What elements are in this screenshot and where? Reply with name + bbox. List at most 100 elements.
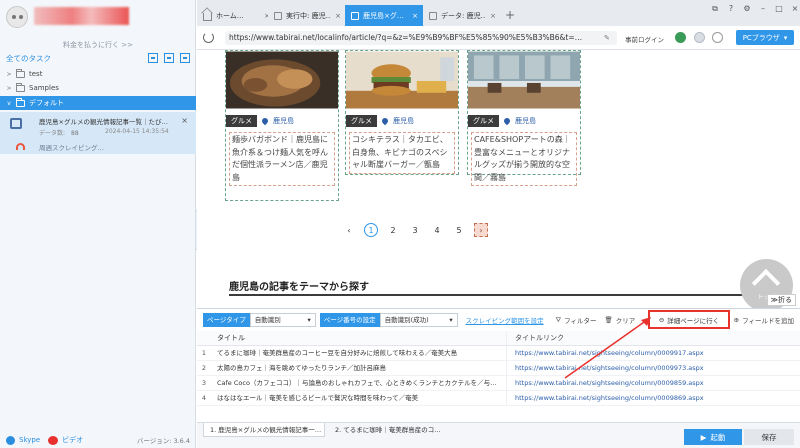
table-row[interactable]: 3 Cafe Coco（カフェココ）｜与論島のおしゃれカフェで、心ときめくランチ… [197, 376, 800, 391]
article-description[interactable]: 麺歩バガボンド｜鹿児島に魚介系＆つけ麺人気を呼んだ個性派ラーメン店／鹿児島 [229, 132, 335, 186]
tab-data[interactable]: データ: 鹿児… × [423, 5, 501, 26]
step-tab-1[interactable]: 1. 鹿児島×グルメの観光情報記事一… [203, 423, 325, 437]
page-number-label: ページ番号の設定 [319, 313, 380, 327]
reload-icon[interactable] [203, 32, 214, 43]
page-icon [429, 11, 437, 20]
page-number-current[interactable]: 1 [364, 223, 378, 237]
column-header-title[interactable]: タイトル [211, 331, 507, 345]
page-icon [351, 11, 359, 20]
url-input[interactable]: https://www.tabirai.net/localinfo/articl… [225, 31, 617, 45]
tab-active-page[interactable]: 鹿児島×グ… × [345, 5, 423, 26]
area-link[interactable]: 鹿児島 [273, 116, 294, 126]
settings-icon[interactable]: ⚙ [742, 4, 752, 14]
go-detail-page-button[interactable]: ⊖ 詳細ページに行く [648, 310, 730, 329]
category-badge[interactable]: グルメ [468, 115, 499, 127]
privacy-icon[interactable] [712, 32, 723, 43]
user-agent-icon[interactable] [694, 32, 705, 43]
chevron-right-icon: > [6, 84, 12, 92]
article-description[interactable]: コシキテラス｜タカエビ、白身魚、キビナゴのスペシャル断崖バーガー／甑島 [349, 132, 455, 174]
table-row[interactable]: 2 太陽の島カフェ｜海を眺めてゆったりランチ／加計呂麻島 https://www… [197, 361, 800, 376]
close-window-icon[interactable]: × [790, 4, 800, 14]
article-card[interactable]: グルメ 鹿児島 CAFE&SHOPアートの森｜豊富なメニューとオリジナルグッズが… [467, 50, 581, 186]
tab-home[interactable]: ホーム… × [197, 5, 275, 26]
article-card[interactable]: グルメ 鹿児島 コシキテラス｜タカエビ、白身魚、キビナゴのスペシャル断崖バーガー… [345, 50, 459, 175]
category-badge[interactable]: グルメ [346, 115, 377, 127]
area-link[interactable]: 鹿児島 [393, 116, 414, 126]
folder-icon [16, 97, 25, 107]
pre-login-button[interactable]: 事前ログイン [625, 34, 664, 44]
start-button[interactable]: ▶ 起動 [684, 429, 742, 445]
skype-icon [6, 435, 15, 445]
page-number[interactable]: 2 [386, 223, 400, 237]
tree-folder-samples[interactable]: > Samples [0, 82, 196, 94]
upgrade-link[interactable]: 料金を払うに行く >> [0, 40, 196, 50]
article-description[interactable]: CAFE&SHOPアートの森｜豊富なメニューとオリジナルグッズが揃う開放的な空間… [471, 132, 577, 186]
folder-icon [16, 68, 25, 78]
add-field-button[interactable]: ⊕ フィールドを追加 [734, 315, 794, 325]
tab-label: 実行中: 鹿児… [286, 11, 330, 20]
filter-button[interactable]: ⛛ フィルター [555, 315, 597, 326]
page-number[interactable]: 3 [408, 223, 422, 237]
task-item[interactable]: 鹿児島×グルメの観光情報記事一覧｜たびら… × データ数: 88 2024-04-… [0, 112, 196, 154]
play-icon: ▶ [700, 432, 707, 442]
close-icon[interactable]: × [335, 12, 341, 20]
clear-button[interactable]: 🗑 クリア [604, 315, 635, 325]
table-row[interactable]: 1 てるまに珈琲｜奄美群島産のコーヒー豆を自分好みに焙煎して味わえる／奄美大島 … [197, 346, 800, 361]
tree-folder-test[interactable]: > test [0, 68, 196, 80]
tree-folder-default[interactable]: v デフォルト [0, 96, 196, 110]
help-icon[interactable]: ? [726, 4, 736, 14]
page-number[interactable]: 5 [452, 223, 466, 237]
fold-button[interactable]: ≫折る [766, 294, 796, 306]
section-divider [229, 294, 767, 296]
close-icon[interactable]: × [490, 12, 496, 20]
blurred-username [34, 7, 129, 25]
table-row[interactable]: 4 はなはなエール｜奄美を感じるビールで贅沢な時間を味わって／奄美 https:… [197, 391, 800, 406]
close-icon[interactable]: × [412, 12, 418, 20]
task-status[interactable]: 周週スクレイピング… [39, 142, 104, 152]
scrape-range-link[interactable]: スクレイピング範囲を設定 [466, 315, 544, 325]
bottom-bar: 1. 鹿児島×グルメの観光情報記事一… 2. てるまに珈琲｜奄美群島産のコ… ▶… [197, 422, 800, 448]
save-button[interactable]: 保存 [744, 429, 794, 445]
next-page-button[interactable]: › [474, 223, 488, 237]
page-number[interactable]: 4 [430, 223, 444, 237]
shield-icon[interactable] [675, 32, 686, 43]
web-page-content: グルメ 鹿児島 麺歩バガボンド｜鹿児島に魚介系＆つけ麺人気を呼んだ個性派ラーメン… [197, 50, 800, 308]
import-icon[interactable] [148, 53, 158, 63]
export-icon[interactable] [164, 53, 174, 63]
video-icon [48, 435, 59, 445]
step-tab-2[interactable]: 2. てるまに珈琲｜奄美群島産のコ… [329, 423, 449, 437]
video-link[interactable]: ビデオ [62, 435, 83, 445]
browser-area: ホーム… × 実行中: 鹿児… × 鹿児島×グ… × データ: 鹿児… × + … [197, 0, 800, 448]
pc-browser-button[interactable]: PCブラウザ ▾ [736, 30, 794, 45]
external-window-icon[interactable]: ⧉ [710, 4, 720, 14]
page-number-select[interactable]: 自動識別(成功) ▾ [379, 313, 458, 327]
article-card[interactable]: グルメ 鹿児島 麺歩バガボンド｜鹿児島に魚介系＆つけ麺人気を呼んだ個性派ラーメン… [225, 50, 339, 201]
data-table: タイトル タイトルリンク 1 てるまに珈琲｜奄美群島産のコーヒー豆を自分好みに焙… [197, 331, 800, 406]
robot-icon [10, 118, 22, 129]
pagination: ‹ 1 2 3 4 5 › [342, 223, 488, 237]
section-title: 鹿児島の記事をテーマから探す [229, 282, 369, 293]
prev-page-icon[interactable]: ‹ [342, 223, 356, 237]
minimize-icon[interactable]: – [758, 4, 768, 14]
page-type-select[interactable]: 自動識別 ▾ [249, 313, 316, 327]
data-count: データ数: 88 [39, 130, 79, 137]
user-avatar[interactable] [6, 6, 28, 28]
new-tab-button[interactable]: + [505, 8, 515, 22]
tab-running[interactable]: 実行中: 鹿児… × [268, 5, 346, 26]
cafe-photo [468, 51, 580, 109]
plus-icon: ⊕ [733, 316, 740, 324]
all-tasks-title[interactable]: 全てのタスク [6, 53, 51, 64]
version-text: バージョン: 3.6.4 [136, 437, 190, 445]
chevron-down-icon: v [7, 99, 11, 107]
task-name[interactable]: 鹿児島×グルメの観光情報記事一覧｜たびら… [39, 116, 171, 126]
column-header-link[interactable]: タイトルリンク [507, 333, 564, 343]
maximize-icon[interactable]: □ [774, 4, 784, 14]
filter-icon: ⛛ [555, 315, 562, 324]
search-icon[interactable] [180, 53, 190, 63]
area-link[interactable]: 鹿児島 [515, 116, 536, 126]
sidebar-footer: Skype ビデオ バージョン: 3.6.4 [0, 432, 196, 448]
close-icon[interactable]: × [181, 116, 188, 125]
edit-icon[interactable]: ✎ [604, 34, 610, 42]
category-badge[interactable]: グルメ [226, 115, 257, 127]
skype-link[interactable]: Skype [19, 436, 40, 444]
